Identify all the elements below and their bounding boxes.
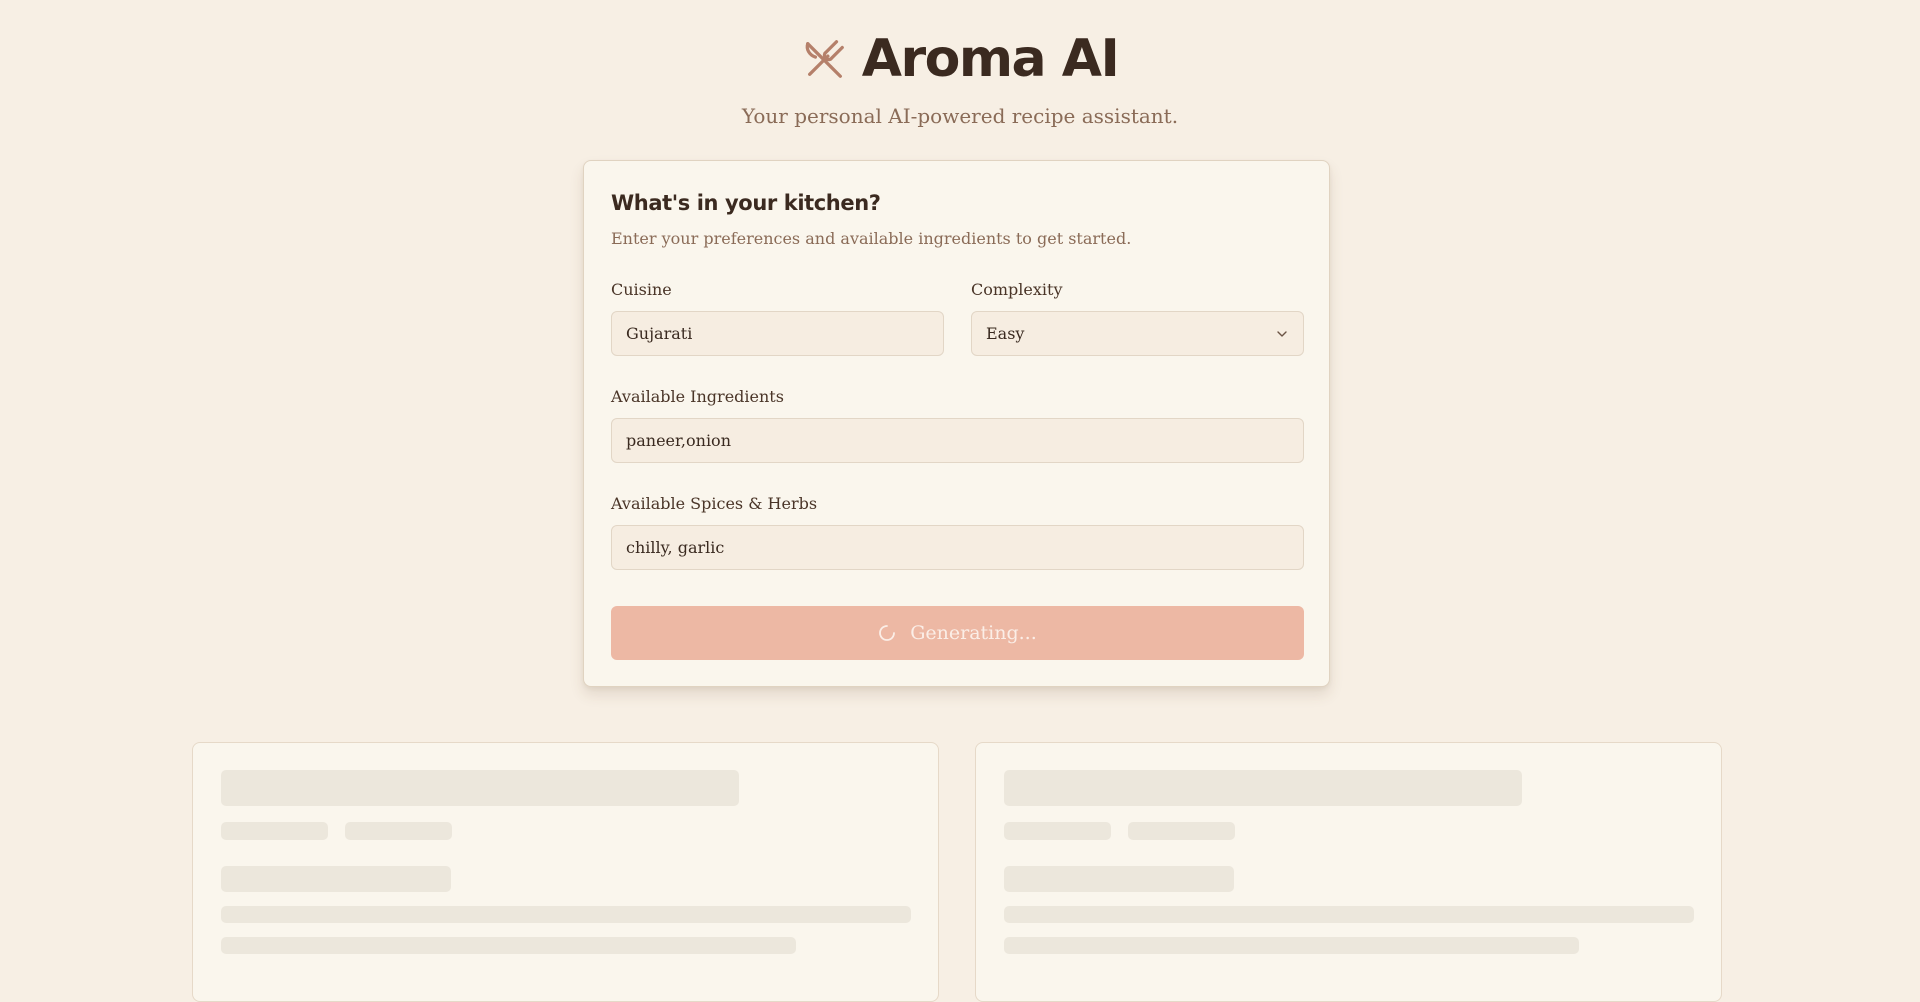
- skeleton-tag: [1128, 822, 1235, 840]
- skeleton-line: [1004, 906, 1694, 923]
- skeleton-title: [1004, 770, 1522, 806]
- spices-label: Available Spices & Herbs: [611, 494, 818, 513]
- ingredients-value: paneer,onion: [626, 431, 731, 450]
- skeleton-tag: [345, 822, 452, 840]
- skeleton-heading: [1004, 866, 1234, 892]
- spinner-icon: [879, 625, 896, 641]
- recipe-card-skeleton: [192, 742, 939, 1002]
- skeleton-heading: [221, 866, 451, 892]
- ingredients-input[interactable]: paneer,onion: [611, 418, 1304, 463]
- form-title: What's in your kitchen?: [611, 191, 881, 215]
- brand: Aroma AI: [802, 28, 1120, 90]
- skeleton-line: [221, 937, 796, 954]
- ingredients-label: Available Ingredients: [611, 387, 784, 406]
- generate-button[interactable]: Generating...: [611, 606, 1304, 660]
- app-header: Aroma AI Your personal AI-powered recipe…: [0, 28, 1920, 128]
- app-title: Aroma AI: [861, 29, 1120, 89]
- form-subtitle: Enter your preferences and available ing…: [611, 229, 1132, 248]
- complexity-value: Easy: [986, 324, 1025, 343]
- recipe-form-card: What's in your kitchen? Enter your prefe…: [583, 160, 1330, 687]
- complexity-select[interactable]: Easy: [971, 311, 1304, 356]
- cuisine-label: Cuisine: [611, 280, 672, 299]
- spices-input[interactable]: chilly, garlic: [611, 525, 1304, 570]
- complexity-label: Complexity: [971, 280, 1063, 299]
- skeleton-line: [221, 906, 911, 923]
- cuisine-input[interactable]: Gujarati: [611, 311, 944, 356]
- spices-value: chilly, garlic: [626, 538, 725, 557]
- skeleton-tag: [221, 822, 328, 840]
- recipe-card-skeleton: [975, 742, 1722, 1002]
- generate-button-label: Generating...: [910, 622, 1037, 644]
- chevron-down-icon: [1277, 330, 1287, 337]
- skeleton-tag: [1004, 822, 1111, 840]
- skeleton-line: [1004, 937, 1579, 954]
- skeleton-title: [221, 770, 739, 806]
- app-tagline: Your personal AI-powered recipe assistan…: [741, 104, 1179, 128]
- cuisine-value: Gujarati: [626, 324, 693, 343]
- fork-knife-crossed-icon: [805, 40, 844, 78]
